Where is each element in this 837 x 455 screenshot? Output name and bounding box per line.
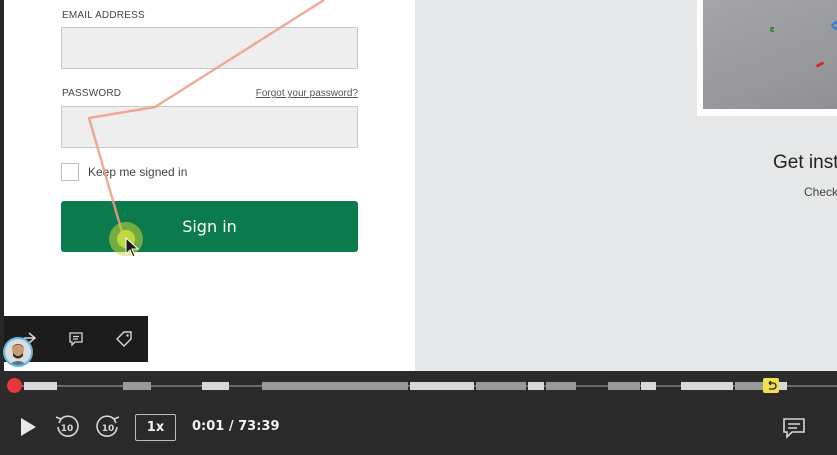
password-label: PASSWORD [62,88,122,99]
keep-signed-in-checkbox[interactable] [61,163,79,181]
player-controls: 10 10 1x 0:01 / 73:39 [0,401,837,455]
promo-image [703,0,837,109]
comment-icon [69,332,83,347]
keep-signed-in-label: Keep me signed in [88,165,188,179]
activity-segment [641,382,656,390]
promo-subtext: Check [804,185,837,199]
svg-text:10: 10 [61,424,74,434]
promo-image-mark [770,27,774,32]
activity-segment [123,382,151,390]
activity-segment [528,382,544,390]
activity-segment [681,382,733,390]
promo-heading: Get inst [773,152,837,173]
forward-10-icon: 10 [96,415,120,437]
promo-image-mark [830,20,837,31]
activity-segment [608,382,640,390]
sign-in-button[interactable]: Sign in [61,201,358,252]
email-label: EMAIL ADDRESS [62,10,145,21]
activity-segment [735,382,763,390]
time-display: 0:01 / 73:39 [192,419,280,434]
tag-icon [116,331,132,347]
activity-segment [202,382,229,390]
skip-forward-button[interactable]: 10 [93,412,123,442]
activity-segment [410,382,474,390]
email-field[interactable] [61,27,358,69]
tag-button[interactable] [100,316,148,362]
avatar[interactable] [3,337,33,367]
svg-text:10: 10 [102,424,115,434]
playhead[interactable] [7,378,22,393]
play-button[interactable] [14,413,42,441]
activity-segment [546,382,576,390]
password-field[interactable] [61,106,358,148]
timeline[interactable] [0,371,837,401]
loop-marker[interactable] [763,378,779,393]
activity-segment [262,382,408,390]
rewind-10-icon: 10 [55,415,79,437]
comment-icon [783,418,805,439]
comments-panel-button[interactable] [780,414,808,442]
activity-segment [779,382,787,390]
playback-speed-button[interactable]: 1x [135,414,176,441]
skip-back-button[interactable]: 10 [52,412,82,442]
promo-image-mark [815,61,825,68]
activity-segment [24,382,57,390]
user-face-icon [5,339,31,365]
play-icon [21,418,36,436]
undo-icon [768,380,777,390]
forgot-password-link[interactable]: Forgot your password? [256,88,358,99]
activity-segment [476,382,526,390]
comment-button[interactable] [52,316,100,362]
